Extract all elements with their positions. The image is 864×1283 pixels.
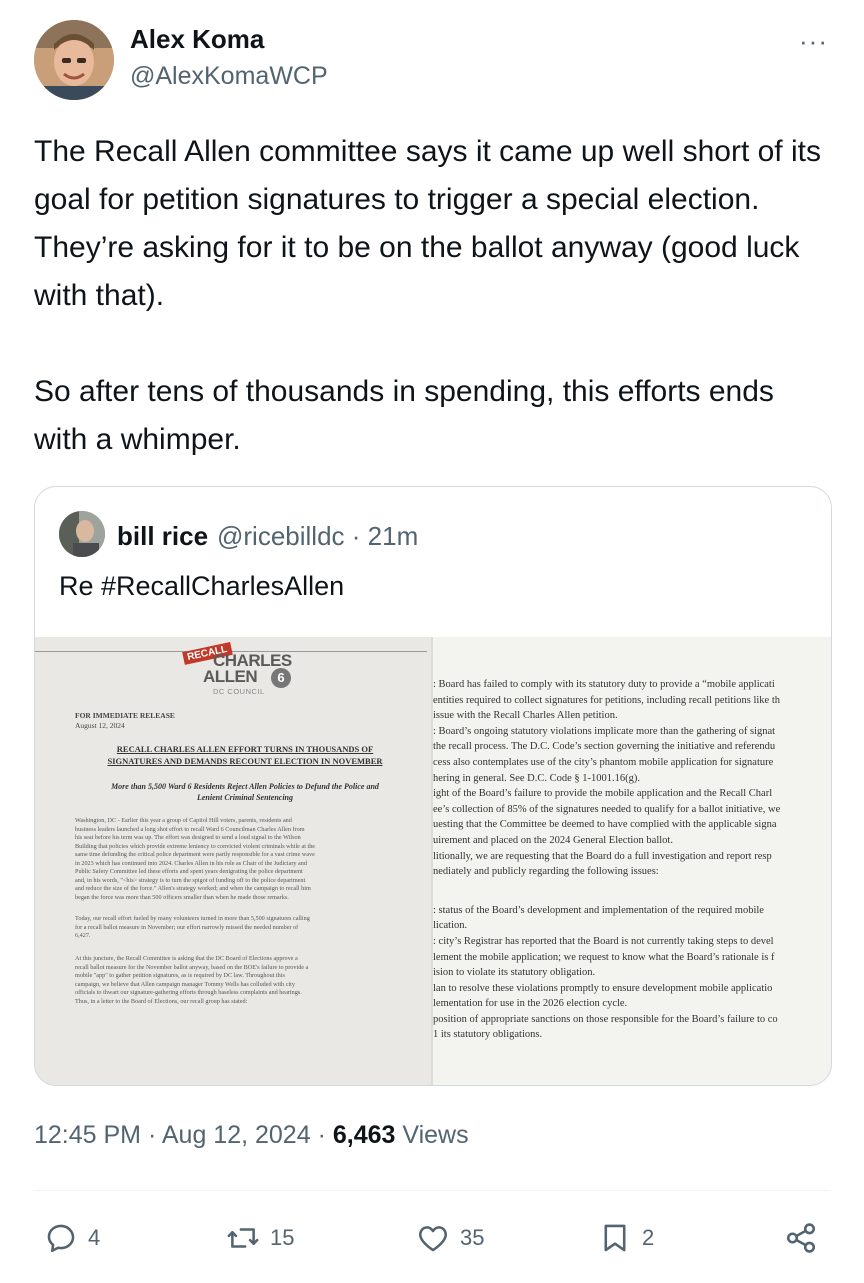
bookmark-icon [604, 1224, 626, 1252]
letter-line: : city’s Registrar has reported that the… [433, 935, 774, 947]
author-handle[interactable]: @AlexKomaWCP [130, 62, 328, 91]
letter-line: nediately and publicly regarding the fol… [433, 866, 659, 878]
headline-line1: RECALL CHARLES ALLEN EFFORT TURNS IN THO… [116, 744, 374, 754]
letter-text: : Board has failed to comply with its st… [433, 677, 831, 1043]
letter-line: entities required to collect signatures … [433, 694, 780, 706]
document-image-2[interactable]: : Board has failed to comply with its st… [433, 637, 831, 1085]
logo-text-line3: DC COUNCIL [213, 687, 265, 696]
like-count: 35 [460, 1225, 485, 1250]
share-button[interactable] [784, 1215, 818, 1261]
letter-line: position of appropriate sanctions on tho… [433, 1013, 778, 1025]
tweet-text: The Recall Allen committee says it came … [34, 128, 834, 464]
subheadline-line2: Lenient Criminal Sentencing [196, 793, 293, 802]
views-count: 6,463 [332, 1121, 396, 1149]
divider [34, 1190, 830, 1191]
tweet-paragraph-1: The Recall Allen committee says it came … [34, 135, 821, 312]
quoted-tweet[interactable]: bill rice @ricebilldc · 21m Re #RecallCh… [34, 486, 832, 1086]
body-paragraph-3: At this juncture, the Recall Committee i… [75, 955, 309, 1005]
author-avatar[interactable] [34, 20, 114, 100]
letter-line: lan to resolve these violations promptly… [433, 982, 773, 994]
body-paragraph-1: Washington, DC - Earlier this year a gro… [75, 817, 316, 901]
subheadline-line1: More than 5,500 Ward 6 Residents Reject … [111, 782, 379, 791]
letter-line: cess also contemplates use of the city’s… [433, 756, 774, 768]
body-paragraph-2: Today, our recall effort fueled by many … [75, 915, 310, 939]
repost-icon [227, 1228, 259, 1248]
user-avatar-icon [59, 511, 105, 557]
release-label: FOR IMMEDIATE RELEASE [75, 711, 175, 720]
quote-media[interactable]: RECALL CHARLES ALLEN 6 DC COUNCIL FOR IM… [35, 637, 831, 1085]
letter-line: ision to violate its statutory obligatio… [433, 967, 596, 979]
letter-line: : Board’s ongoing statutory violations i… [433, 725, 776, 737]
reply-button[interactable]: 4 [44, 1215, 100, 1261]
repost-count: 15 [270, 1225, 295, 1250]
meta-separator: · [317, 1121, 326, 1149]
tweet-paragraph-2: So after tens of thousands in spending, … [34, 375, 774, 456]
tweet-time[interactable]: 12:45 PM [34, 1121, 141, 1149]
letter-line: issue with the Recall Charles Allen peti… [433, 710, 618, 722]
meta-separator: · [147, 1121, 157, 1149]
like-button[interactable]: 35 [416, 1215, 484, 1261]
letter-line: uirement and placed on the 2024 General … [433, 834, 673, 846]
reply-count: 4 [88, 1225, 101, 1250]
quote-text: Re #RecallCharlesAllen [59, 571, 345, 601]
letter-line: lement the mobile application; we reques… [433, 951, 775, 963]
logo-text-line2: ALLEN [203, 667, 258, 686]
heart-icon [419, 1226, 447, 1252]
ward-badge: 6 [271, 668, 291, 688]
letter-line: lementation for use in the 2026 election… [433, 998, 628, 1010]
views-label: Views [402, 1121, 469, 1149]
quote-author-avatar[interactable] [59, 511, 105, 557]
letter-line: 1 its statutory obligations. [433, 1029, 543, 1041]
share-icon [786, 1223, 816, 1253]
letter-line: : Board has failed to comply with its st… [433, 679, 775, 690]
letter-line: litionally, we are requesting that the B… [433, 850, 772, 862]
bookmark-button[interactable]: 2 [598, 1215, 654, 1261]
tweet-meta: 12:45 PM · Aug 12, 2024 · 6,463 Views [34, 1121, 469, 1150]
recall-logo: RECALL CHARLES ALLEN 6 DC COUNCIL [182, 642, 293, 696]
document-image-1[interactable]: RECALL CHARLES ALLEN 6 DC COUNCIL FOR IM… [35, 637, 431, 1085]
bookmark-count: 2 [642, 1225, 655, 1250]
letter-line: the recall process. The D.C. Code’s sect… [433, 741, 776, 753]
letter-line: : status of the Board’s development and … [433, 904, 764, 916]
more-options-icon[interactable]: ··· [799, 26, 828, 57]
letter-line: ee’s collection of 85% of the signatures… [433, 803, 781, 815]
letter-line: lication. [433, 920, 468, 932]
quote-author-handle-time[interactable]: @ricebilldc · 21m [217, 521, 418, 552]
reply-icon [47, 1224, 75, 1253]
letter-blank [433, 880, 831, 903]
release-date: August 12, 2024 [75, 721, 125, 730]
headline-line2: SIGNATURES AND DEMANDS RECOUNT ELECTION … [107, 756, 383, 766]
user-avatar-icon [34, 20, 114, 100]
repost-button[interactable]: 15 [226, 1215, 294, 1261]
tweet-date[interactable]: Aug 12, 2024 [162, 1121, 311, 1149]
author-name[interactable]: Alex Koma [130, 24, 264, 55]
letter-line: uesting that the Committee be deemed to … [433, 819, 777, 831]
letter-line: hering in general. See D.C. Code § 1-100… [433, 772, 641, 784]
letter-line: ight of the Board’s failure to provide t… [433, 788, 773, 800]
quote-author-name[interactable]: bill rice [117, 521, 208, 552]
